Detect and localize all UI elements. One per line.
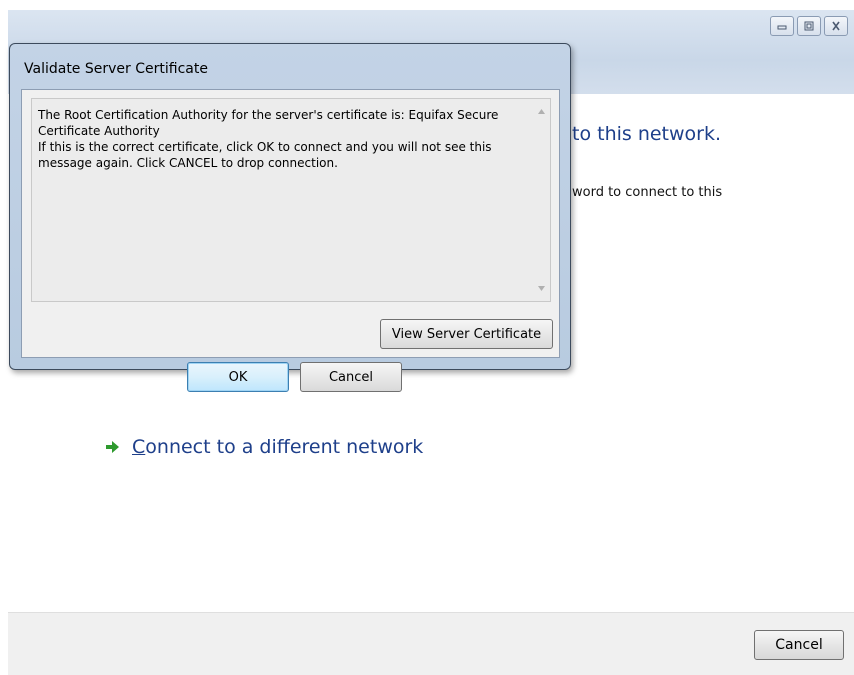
dialog-title: Validate Server Certificate bbox=[24, 61, 208, 77]
maximize-icon bbox=[804, 21, 814, 31]
link-text-rest: onnect to a different network bbox=[145, 436, 424, 458]
network-instruction-text: word to connect to this bbox=[572, 185, 723, 200]
message-scrollbar[interactable] bbox=[533, 99, 550, 301]
ok-button[interactable]: OK bbox=[187, 362, 289, 392]
scroll-down-icon bbox=[538, 286, 545, 291]
dialog-cancel-button[interactable]: Cancel bbox=[300, 362, 402, 392]
certificate-message-box[interactable]: The Root Certification Authority for the… bbox=[31, 98, 551, 302]
close-button[interactable] bbox=[824, 16, 848, 36]
network-heading: to this network. bbox=[572, 123, 722, 145]
window-cancel-button[interactable]: Cancel bbox=[754, 630, 844, 660]
screen: Cancel to this network. word to connect … bbox=[0, 0, 854, 675]
scroll-up-icon bbox=[538, 109, 545, 114]
message-line-instructions: If this is the correct certificate, clic… bbox=[38, 140, 492, 170]
close-icon bbox=[832, 21, 840, 31]
connect-different-network-label[interactable]: Connect to a different network bbox=[132, 436, 423, 458]
minimize-button[interactable] bbox=[770, 16, 794, 36]
window-footer: Cancel bbox=[8, 612, 854, 675]
maximize-button[interactable] bbox=[797, 16, 821, 36]
link-access-key: C bbox=[132, 436, 146, 458]
certificate-message: The Root Certification Authority for the… bbox=[38, 107, 523, 171]
minimize-icon bbox=[777, 25, 787, 30]
connect-different-network-link[interactable]: Connect to a different network bbox=[104, 436, 423, 458]
window-controls bbox=[770, 16, 848, 36]
scroll-up-button[interactable] bbox=[533, 103, 550, 120]
green-arrow-icon bbox=[106, 441, 119, 453]
message-line-root-authority: The Root Certification Authority for the… bbox=[38, 108, 499, 138]
scroll-down-button[interactable] bbox=[533, 280, 550, 297]
view-server-certificate-button[interactable]: View Server Certificate bbox=[380, 319, 553, 349]
dialog-client-area: The Root Certification Authority for the… bbox=[21, 89, 560, 392]
validate-certificate-dialog: Validate Server Certificate The Root Cer… bbox=[9, 43, 571, 392]
